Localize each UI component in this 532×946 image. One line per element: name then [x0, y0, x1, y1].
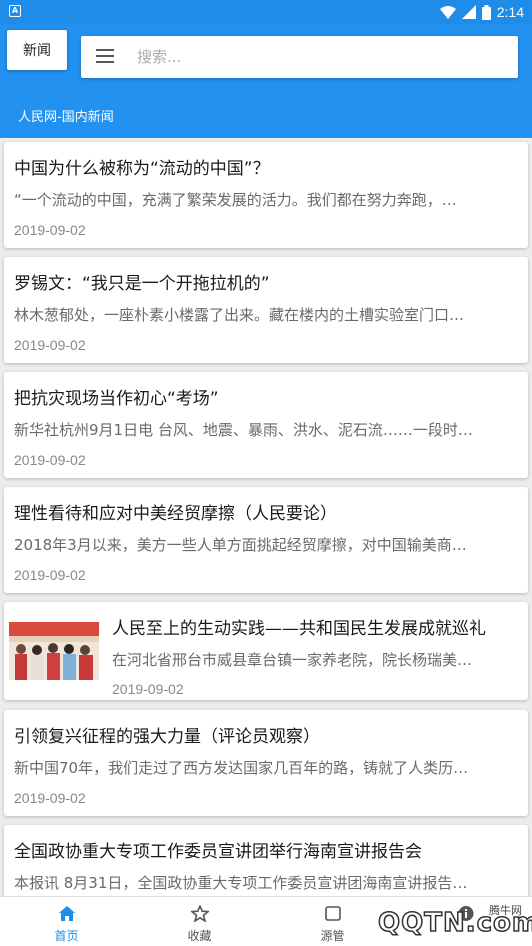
signal-icon: [461, 5, 476, 19]
article-title: 全国政协重大专项工作委员宣讲团举行海南宣讲报告会: [14, 842, 422, 862]
notification-icon: A: [9, 5, 21, 17]
status-bar: A 2:14: [0, 0, 532, 24]
nav-home[interactable]: 首页: [0, 897, 133, 946]
article-card[interactable]: 全国政协重大专项工作委员宣讲团举行海南宣讲报告会 本报讯 8月31日，全国政协重…: [4, 825, 528, 896]
nav-home-label: 首页: [54, 929, 79, 943]
nav-about[interactable]: [399, 897, 532, 946]
article-thumbnail: [9, 622, 99, 680]
article-date: 2019-09-02: [112, 681, 184, 697]
article-title: 引领复兴征程的强大力量（评论员观察）: [14, 727, 320, 747]
article-date: 2019-09-02: [14, 790, 86, 806]
article-title: 罗锡文：“我只是一个开拖拉机的”: [14, 274, 270, 294]
article-card[interactable]: 引领复兴征程的强大力量（评论员观察） 新中国70年，我们走过了西方发达国家几百年…: [4, 710, 528, 816]
article-card[interactable]: 把抗灾现场当作初心“考场” 新华社杭州9月1日电 台风、地震、暴雨、洪水、泥石流…: [4, 372, 528, 478]
article-title: 理性看待和应对中美经贸摩擦（人民要论）: [14, 504, 337, 524]
article-date: 2019-09-02: [14, 452, 86, 468]
article-date: 2019-09-02: [14, 567, 86, 583]
search-bar[interactable]: [81, 36, 518, 78]
article-card[interactable]: 理性看待和应对中美经贸摩擦（人民要论） 2018年3月以来，美方一些人单方面挑起…: [4, 487, 528, 593]
home-icon: [58, 906, 75, 921]
article-summary: 新华社杭州9月1日电 台风、地震、暴雨、洪水、泥石流……一段时…: [14, 421, 473, 439]
info-icon: [458, 906, 473, 921]
article-summary: 2018年3月以来，美方一些人单方面挑起经贸摩擦，对中国输美商…: [14, 536, 467, 554]
article-card[interactable]: 中国为什么被称为“流动的中国”？ “一个流动的中国，充满了繁荣发展的活力。我们都…: [4, 142, 528, 248]
nav-source-label: 源管: [320, 929, 345, 943]
article-summary: 本报讯 8月31日，全国政协重大专项工作委员宣讲团海南宣讲报告…: [14, 874, 468, 892]
article-summary: “一个流动的中国，充满了繁荣发展的活力。我们都在努力奔跑，…: [14, 191, 457, 209]
news-tab-button[interactable]: 新闻: [7, 30, 67, 70]
nav-source-manage[interactable]: 源管: [266, 897, 399, 946]
article-date: 2019-09-02: [14, 337, 86, 353]
article-summary: 林木葱郁处，一座朴素小楼露了出来。藏在楼内的土槽实验室门口…: [14, 306, 465, 324]
article-title: 把抗灾现场当作初心“考场”: [14, 389, 219, 409]
source-icon: [324, 906, 341, 921]
nav-favorites-label: 收藏: [187, 929, 212, 943]
status-time: 2:14: [496, 4, 524, 20]
app-header: 新闻 人民网-国内新闻: [0, 24, 532, 138]
article-list[interactable]: 中国为什么被称为“流动的中国”？ “一个流动的中国，充满了繁荣发展的活力。我们都…: [0, 138, 532, 896]
article-summary: 在河北省邢台市威县章台镇一家养老院，院长杨瑞美…: [112, 651, 473, 669]
menu-icon[interactable]: [96, 49, 114, 65]
status-right: 2:14: [439, 3, 524, 21]
article-summary: 新中国70年，我们走过了西方发达国家几百年的路，铸就了人类历…: [14, 759, 469, 777]
search-input[interactable]: [137, 36, 507, 78]
article-title: 人民至上的生动实践——共和国民生发展成就巡礼: [112, 619, 486, 639]
news-source-label: 人民网-国内新闻: [18, 110, 114, 125]
wifi-icon: [439, 5, 456, 19]
article-card[interactable]: 罗锡文：“我只是一个开拖拉机的” 林木葱郁处，一座朴素小楼露了出来。藏在楼内的土…: [4, 257, 528, 363]
bottom-nav: 首页 收藏 源管: [0, 896, 532, 946]
article-date: 2019-09-02: [14, 222, 86, 238]
article-card[interactable]: 人民至上的生动实践——共和国民生发展成就巡礼 在河北省邢台市威县章台镇一家养老院…: [4, 602, 528, 700]
star-icon: [190, 905, 209, 922]
article-title: 中国为什么被称为“流动的中国”？: [14, 159, 270, 179]
battery-icon: [481, 4, 491, 20]
nav-favorites[interactable]: 收藏: [133, 897, 266, 946]
